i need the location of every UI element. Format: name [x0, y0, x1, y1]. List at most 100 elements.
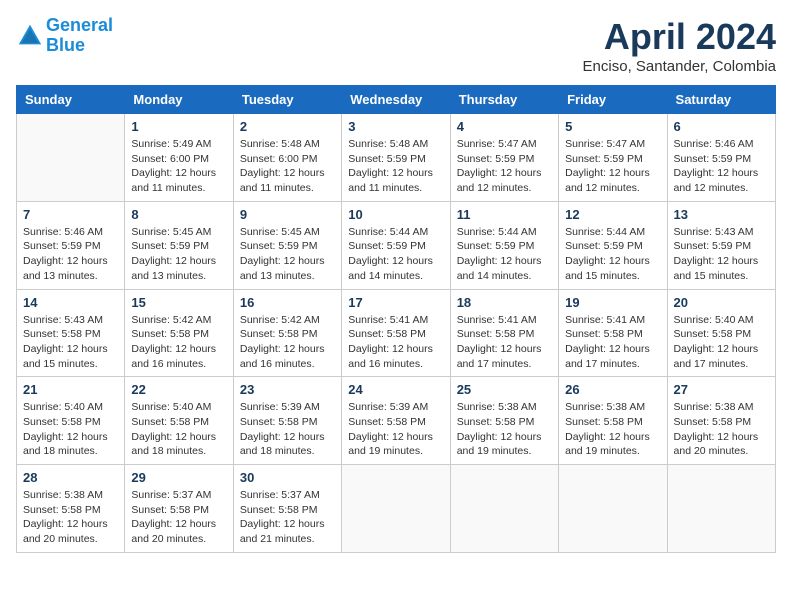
day-number: 19: [565, 295, 660, 310]
day-number: 26: [565, 382, 660, 397]
table-row: 27 Sunrise: 5:38 AM Sunset: 5:58 PM Dayli…: [667, 377, 775, 465]
title-section: April 2024 Enciso, Santander, Colombia: [583, 16, 776, 75]
day-info: Sunrise: 5:44 AM Sunset: 5:59 PM Dayligh…: [457, 225, 552, 284]
header-sunday: Sunday: [17, 86, 125, 114]
day-number: 27: [674, 382, 769, 397]
day-number: 15: [131, 295, 226, 310]
table-row: 21 Sunrise: 5:40 AM Sunset: 5:58 PM Dayli…: [17, 377, 125, 465]
day-info: Sunrise: 5:49 AM Sunset: 6:00 PM Dayligh…: [131, 137, 226, 196]
day-number: 5: [565, 119, 660, 134]
table-row: [342, 465, 450, 553]
table-row: [17, 114, 125, 202]
table-row: 26 Sunrise: 5:38 AM Sunset: 5:58 PM Dayli…: [559, 377, 667, 465]
day-info: Sunrise: 5:47 AM Sunset: 5:59 PM Dayligh…: [565, 137, 660, 196]
calendar-week-row: 28Sunrise: 5:38 AM Sunset: 5:58 PM Dayli…: [17, 465, 776, 553]
day-number: 8: [131, 207, 226, 222]
day-info: Sunrise: 5:48 AM Sunset: 6:00 PM Dayligh…: [240, 137, 335, 196]
day-number: 6: [674, 119, 769, 134]
month-title: April 2024: [583, 16, 776, 58]
day-number: 13: [674, 207, 769, 222]
day-number: 12: [565, 207, 660, 222]
table-row: [667, 465, 775, 553]
day-number: 14: [23, 295, 118, 310]
table-row: 6Sunrise: 5:46 AM Sunset: 5:59 PM Daylig…: [667, 114, 775, 202]
day-number: 22: [131, 382, 226, 397]
day-info: Sunrise: 5:45 AM Sunset: 5:59 PM Dayligh…: [131, 225, 226, 284]
day-info: Sunrise: 5:37 AM Sunset: 5:58 PM Dayligh…: [131, 488, 226, 547]
day-number: 29: [131, 470, 226, 485]
day-info: Sunrise: 5:43 AM Sunset: 5:58 PM Dayligh…: [23, 313, 118, 372]
table-row: 29 Sunrise: 5:37 AM Sunset: 5:58 PM Dayli…: [125, 465, 233, 553]
page-header: General Blue April 2024 Enciso, Santande…: [16, 16, 776, 75]
table-row: 19 Sunrise: 5:41 AM Sunset: 5:58 PM Dayli…: [559, 289, 667, 377]
header-thursday: Thursday: [450, 86, 558, 114]
day-info: Sunrise: 5:38 AM Sunset: 5:58 PM Dayligh…: [565, 400, 660, 459]
table-row: 18 Sunrise: 5:41 AM Sunset: 5:58 PM Dayli…: [450, 289, 558, 377]
day-number: 4: [457, 119, 552, 134]
day-number: 28: [23, 470, 118, 485]
day-info: Sunrise: 5:48 AM Sunset: 5:59 PM Dayligh…: [348, 137, 443, 196]
day-number: 25: [457, 382, 552, 397]
table-row: 11 Sunrise: 5:44 AM Sunset: 5:59 PM Dayli…: [450, 201, 558, 289]
day-info: Sunrise: 5:38 AM Sunset: 5:58 PM Dayligh…: [674, 400, 769, 459]
day-info: Sunrise: 5:40 AM Sunset: 5:58 PM Dayligh…: [131, 400, 226, 459]
day-info: Sunrise: 5:40 AM Sunset: 5:58 PM Dayligh…: [23, 400, 118, 459]
day-number: 24: [348, 382, 443, 397]
table-row: 5 Sunrise: 5:47 AM Sunset: 5:59 PM Daylig…: [559, 114, 667, 202]
calendar-header-row: Sunday Monday Tuesday Wednesday Thursday…: [17, 86, 776, 114]
table-row: 15 Sunrise: 5:42 AM Sunset: 5:58 PM Dayli…: [125, 289, 233, 377]
day-info: Sunrise: 5:43 AM Sunset: 5:59 PM Dayligh…: [674, 225, 769, 284]
table-row: 30Sunrise: 5:37 AM Sunset: 5:58 PM Dayli…: [233, 465, 341, 553]
table-row: 9Sunrise: 5:45 AM Sunset: 5:59 PM Daylig…: [233, 201, 341, 289]
day-info: Sunrise: 5:42 AM Sunset: 5:58 PM Dayligh…: [240, 313, 335, 372]
table-row: 12 Sunrise: 5:44 AM Sunset: 5:59 PM Dayli…: [559, 201, 667, 289]
day-info: Sunrise: 5:41 AM Sunset: 5:58 PM Dayligh…: [348, 313, 443, 372]
day-number: 1: [131, 119, 226, 134]
day-number: 21: [23, 382, 118, 397]
day-number: 18: [457, 295, 552, 310]
table-row: 10Sunrise: 5:44 AM Sunset: 5:59 PM Dayli…: [342, 201, 450, 289]
header-tuesday: Tuesday: [233, 86, 341, 114]
day-number: 20: [674, 295, 769, 310]
day-number: 9: [240, 207, 335, 222]
header-friday: Friday: [559, 86, 667, 114]
day-info: Sunrise: 5:42 AM Sunset: 5:58 PM Dayligh…: [131, 313, 226, 372]
day-info: Sunrise: 5:47 AM Sunset: 5:59 PM Dayligh…: [457, 137, 552, 196]
day-info: Sunrise: 5:39 AM Sunset: 5:58 PM Dayligh…: [348, 400, 443, 459]
header-wednesday: Wednesday: [342, 86, 450, 114]
day-number: 10: [348, 207, 443, 222]
table-row: [450, 465, 558, 553]
table-row: 22 Sunrise: 5:40 AM Sunset: 5:58 PM Dayli…: [125, 377, 233, 465]
table-row: 4 Sunrise: 5:47 AM Sunset: 5:59 PM Daylig…: [450, 114, 558, 202]
table-row: 25 Sunrise: 5:38 AM Sunset: 5:58 PM Dayli…: [450, 377, 558, 465]
day-info: Sunrise: 5:41 AM Sunset: 5:58 PM Dayligh…: [457, 313, 552, 372]
calendar-week-row: 1 Sunrise: 5:49 AM Sunset: 6:00 PM Daylig…: [17, 114, 776, 202]
logo-icon: [16, 22, 44, 50]
day-number: 11: [457, 207, 552, 222]
day-number: 3: [348, 119, 443, 134]
logo: General Blue: [16, 16, 113, 56]
table-row: 24 Sunrise: 5:39 AM Sunset: 5:58 PM Dayli…: [342, 377, 450, 465]
day-info: Sunrise: 5:37 AM Sunset: 5:58 PM Dayligh…: [240, 488, 335, 547]
calendar-table: Sunday Monday Tuesday Wednesday Thursday…: [16, 85, 776, 553]
calendar-week-row: 21 Sunrise: 5:40 AM Sunset: 5:58 PM Dayli…: [17, 377, 776, 465]
day-info: Sunrise: 5:46 AM Sunset: 5:59 PM Dayligh…: [23, 225, 118, 284]
day-number: 17: [348, 295, 443, 310]
table-row: 3 Sunrise: 5:48 AM Sunset: 5:59 PM Daylig…: [342, 114, 450, 202]
table-row: 14 Sunrise: 5:43 AM Sunset: 5:58 PM Dayli…: [17, 289, 125, 377]
day-info: Sunrise: 5:44 AM Sunset: 5:59 PM Dayligh…: [565, 225, 660, 284]
calendar-week-row: 7 Sunrise: 5:46 AM Sunset: 5:59 PM Daylig…: [17, 201, 776, 289]
header-monday: Monday: [125, 86, 233, 114]
table-row: 8 Sunrise: 5:45 AM Sunset: 5:59 PM Daylig…: [125, 201, 233, 289]
day-info: Sunrise: 5:41 AM Sunset: 5:58 PM Dayligh…: [565, 313, 660, 372]
table-row: 28Sunrise: 5:38 AM Sunset: 5:58 PM Dayli…: [17, 465, 125, 553]
table-row: 20Sunrise: 5:40 AM Sunset: 5:58 PM Dayli…: [667, 289, 775, 377]
table-row: 16 Sunrise: 5:42 AM Sunset: 5:58 PM Dayli…: [233, 289, 341, 377]
table-row: 7 Sunrise: 5:46 AM Sunset: 5:59 PM Daylig…: [17, 201, 125, 289]
day-info: Sunrise: 5:38 AM Sunset: 5:58 PM Dayligh…: [457, 400, 552, 459]
day-number: 16: [240, 295, 335, 310]
logo-text: General Blue: [46, 16, 113, 56]
calendar-week-row: 14 Sunrise: 5:43 AM Sunset: 5:58 PM Dayli…: [17, 289, 776, 377]
day-info: Sunrise: 5:39 AM Sunset: 5:58 PM Dayligh…: [240, 400, 335, 459]
day-number: 7: [23, 207, 118, 222]
